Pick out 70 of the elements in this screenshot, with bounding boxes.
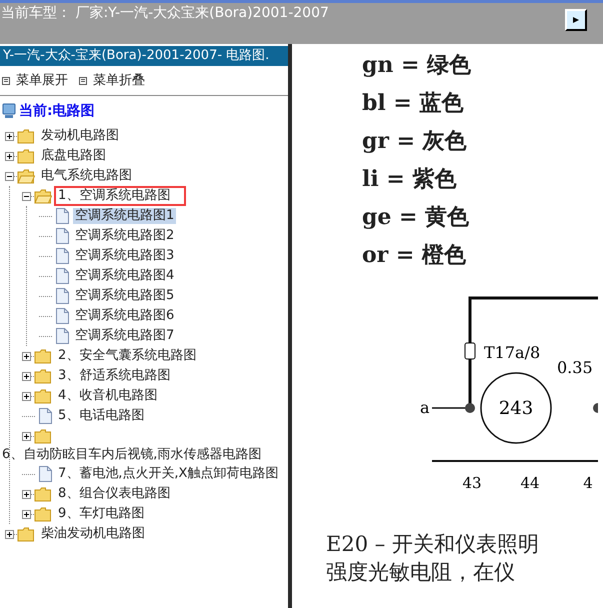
tree-item-label[interactable]: 空调系统电路图6	[73, 308, 176, 324]
header-title: 当前车型： 厂家:Y-一汽-大众宝来(Bora)2001-2007	[0, 4, 329, 23]
tree-item-label[interactable]: 空调系统电路图3	[73, 248, 176, 264]
folder-icon	[17, 128, 35, 144]
folder-icon	[17, 148, 35, 164]
document-icon	[56, 288, 69, 304]
tree-item-label[interactable]: 3、舒适系统电路图	[56, 368, 172, 384]
open-folder-icon	[34, 188, 52, 204]
panel-toggle-button[interactable]	[565, 9, 587, 31]
folder-icon	[34, 428, 52, 444]
expand-toggle[interactable]	[22, 392, 31, 400]
document-icon	[56, 328, 69, 344]
tree-item-label[interactable]: 空调系统电路图5	[73, 288, 176, 304]
tree-item-label[interactable]: 6、自动防眩目车内后视镜,雨水传感器电路图	[0, 447, 264, 463]
expand-toggle[interactable]	[22, 510, 31, 518]
document-icon	[56, 268, 69, 284]
document-icon	[56, 308, 69, 324]
tree-item-label[interactable]: 电气系统电路图	[39, 168, 134, 184]
document-icon	[39, 408, 52, 424]
tree-item-label[interactable]: 8、组合仪表电路图	[56, 486, 172, 502]
menu-action-link[interactable]: 菜单展开	[2, 70, 68, 90]
caption-text: 强度光敏电阻，在仪	[326, 559, 516, 586]
tree-item-label[interactable]: 空调系统电路图1	[73, 208, 176, 224]
tree-item-label[interactable]: 2、安全气囊系统电路图	[56, 348, 198, 364]
document-icon	[56, 248, 69, 264]
caption-text: E20 – 开关和仪表照明	[326, 531, 540, 558]
tree-item-label[interactable]: 7、蓄电池,点火开关,X触点卸荷电路图	[56, 466, 280, 482]
expand-toggle[interactable]	[5, 152, 14, 160]
tree-item-label[interactable]: 5、电话电路图	[56, 408, 146, 424]
expand-toggle[interactable]	[22, 490, 31, 498]
tree-item-label[interactable]: 1、空调系统电路图	[56, 188, 184, 204]
circuit-diagram-drawing: T17a/8 0.35 a 243 43 44 4	[292, 288, 598, 508]
menu-action-link[interactable]: 菜单折叠	[79, 70, 145, 90]
folder-icon	[34, 348, 52, 364]
open-folder-icon	[17, 168, 35, 184]
color-legend-entry: gr = 灰色	[362, 127, 468, 156]
expand-toggle[interactable]	[5, 132, 14, 140]
collapse-toggle[interactable]	[5, 172, 14, 180]
computer-icon	[2, 103, 16, 119]
color-legend-entry: li = 紫色	[362, 165, 458, 194]
folder-icon	[34, 388, 52, 404]
expand-toggle[interactable]	[22, 372, 31, 380]
collapse-toggle[interactable]	[22, 192, 31, 200]
color-legend-entry: gn = 绿色	[362, 51, 472, 80]
tree-item-label[interactable]: 空调系统电路图2	[73, 228, 176, 244]
list-icon	[79, 76, 87, 84]
list-icon	[2, 76, 10, 84]
tree-item-label[interactable]: 底盘电路图	[39, 148, 108, 164]
tree-item-label[interactable]: 柴油发动机电路图	[39, 526, 147, 542]
sidebar-heading: Y-一汽-大众-宝来(Bora)-2001-2007- 电路图.	[0, 46, 288, 66]
expand-toggle[interactable]	[5, 530, 14, 538]
folder-icon	[17, 526, 35, 542]
folder-icon	[34, 506, 52, 522]
document-icon	[56, 208, 69, 224]
current-location: 当前:电路图	[19, 102, 95, 120]
tree-item-label[interactable]: 空调系统电路图4	[73, 268, 176, 284]
color-legend-entry: bl = 蓝色	[362, 89, 464, 118]
tree-item-label[interactable]: 4、收音机电路图	[56, 388, 160, 404]
color-legend-entry: ge = 黄色	[362, 203, 470, 232]
expand-toggle[interactable]	[22, 352, 31, 360]
folder-icon	[34, 486, 52, 502]
document-icon	[39, 466, 52, 482]
document-icon	[56, 228, 69, 244]
arrow-icon	[573, 17, 579, 23]
color-legend-entry: or = 橙色	[362, 241, 468, 270]
tree-item-label[interactable]: 9、车灯电路图	[56, 506, 146, 522]
expand-toggle[interactable]	[22, 432, 31, 440]
folder-icon	[34, 368, 52, 384]
tree-item-label[interactable]: 空调系统电路图7	[73, 328, 176, 344]
tree-item-label[interactable]: 发动机电路图	[39, 128, 121, 144]
